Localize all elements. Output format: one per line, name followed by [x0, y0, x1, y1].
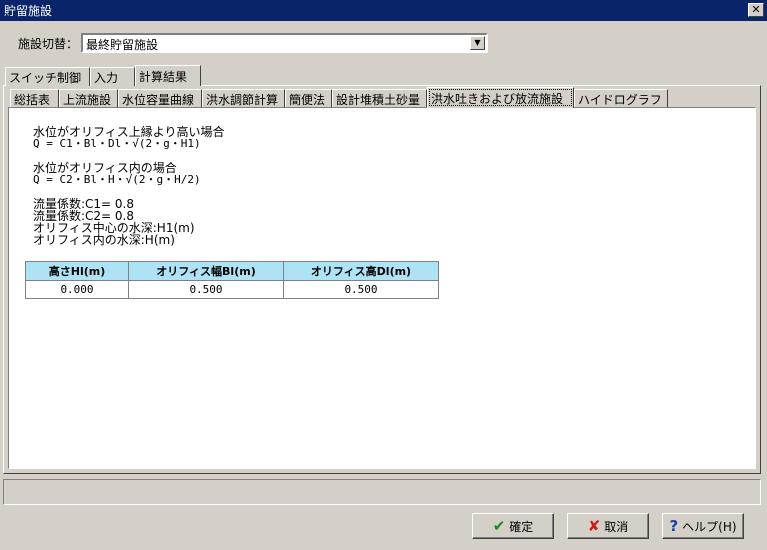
status-bar [3, 479, 761, 505]
case2-equation: Q = C2・Bl・H・√(2・g・H/2) [33, 173, 201, 186]
tab-input[interactable]: 入力 [90, 67, 135, 86]
close-button[interactable]: ✕ [748, 3, 764, 17]
tab-upstream[interactable]: 上流施設 [59, 89, 118, 108]
tab-simple-method[interactable]: 簡便法 [285, 89, 332, 108]
tab-hydrograph[interactable]: ハイドログラフ [574, 89, 668, 108]
main-tabs: スイッチ制御 入力 計算結果 [5, 65, 201, 86]
tab-label: 上流施設 [63, 92, 112, 107]
tab-summary[interactable]: 総括表 [10, 89, 59, 108]
tab-label: 水位容量曲線 [122, 92, 195, 107]
tab-label: 総括表 [14, 92, 51, 107]
sub-tabs: 総括表 上流施設 水位容量曲線 洪水調節計算 簡便法 設計堆積土砂量 洪水吐きお… [10, 87, 668, 108]
help-button[interactable]: ? ヘルプ(H) [662, 513, 744, 539]
help-icon: ? [669, 516, 679, 535]
cell-width: 0.500 [128, 280, 284, 299]
facility-switch-row: 施設切替： [18, 33, 82, 53]
close-icon: ✕ [751, 3, 761, 16]
def-h: オリフィス内の水深:H(m) [33, 233, 175, 247]
table-row: 0.000 0.500 0.500 [25, 280, 439, 299]
confirm-label: 確定 [509, 519, 534, 534]
tab-label: 設計堆積土砂量 [336, 92, 421, 107]
result-panel: 水位がオリフィス上縁より高い場合 Q = C1・Bl・Dl・√(2・g・H1) … [8, 107, 756, 469]
cancel-button[interactable]: ✘ 取消 [567, 513, 649, 539]
tab-sediment[interactable]: 設計堆積土砂量 [332, 89, 427, 108]
header-width: オリフィス幅Bl(m) [128, 261, 284, 281]
confirm-button[interactable]: ✔ 確定 [472, 513, 554, 539]
help-label: ヘルプ(H) [682, 519, 737, 534]
cell-orifice-height: 0.500 [283, 280, 439, 299]
tab-label: 計算結果 [139, 69, 188, 84]
tab-label: 簡便法 [289, 92, 326, 107]
cell-height: 0.000 [25, 280, 129, 299]
tab-label: 入力 [94, 70, 119, 85]
facility-select[interactable]: 最終貯留施設 ▼ [81, 33, 488, 53]
tab-spillway[interactable]: 洪水吐きおよび放流施設 [427, 87, 574, 108]
chevron-down-icon: ▼ [474, 38, 481, 47]
facility-switch-label: 施設切替： [18, 36, 79, 51]
tab-switch-control[interactable]: スイッチ制御 [5, 67, 90, 86]
tab-label: 洪水吐きおよび放流施設 [431, 91, 564, 106]
cancel-label: 取消 [604, 519, 629, 534]
title-bar: 貯留施設 ✕ [0, 0, 767, 21]
tab-label: スイッチ制御 [9, 70, 82, 85]
window-title: 貯留施設 [4, 4, 53, 18]
tab-level-volume-curve[interactable]: 水位容量曲線 [118, 89, 202, 108]
header-height: 高さHl(m) [25, 261, 129, 281]
tab-label: ハイドログラフ [578, 92, 662, 107]
header-orifice-height: オリフィス高Dl(m) [283, 261, 439, 281]
tab-label: 洪水調節計算 [206, 92, 279, 107]
check-icon: ✔ [492, 516, 506, 535]
dropdown-button[interactable]: ▼ [470, 36, 485, 50]
tab-flood-control[interactable]: 洪水調節計算 [202, 89, 285, 108]
case1-equation: Q = C1・Bl・Dl・√(2・g・H1) [33, 137, 201, 150]
formula-block: 水位がオリフィス上縁より高い場合 Q = C1・Bl・Dl・√(2・g・H1) … [33, 126, 225, 246]
cross-icon: ✘ [587, 516, 601, 535]
orifice-table: 高さHl(m) オリフィス幅Bl(m) オリフィス高Dl(m) 0.000 0.… [25, 261, 439, 299]
tab-calc-result[interactable]: 計算結果 [135, 65, 201, 86]
facility-select-value: 最終貯留施設 [86, 38, 159, 52]
